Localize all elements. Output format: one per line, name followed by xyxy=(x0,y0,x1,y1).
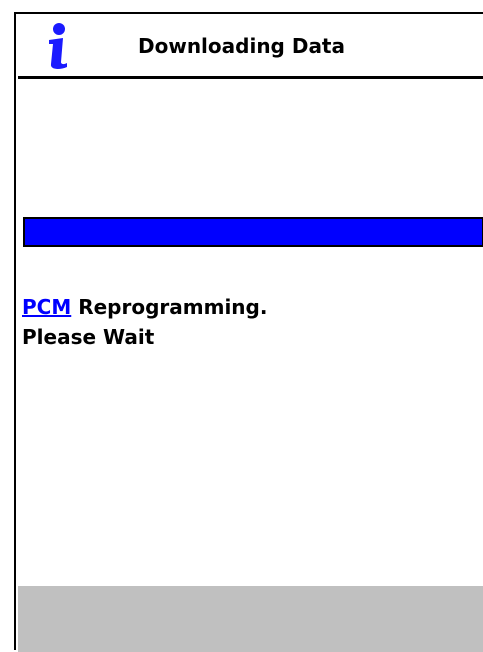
header-divider xyxy=(18,76,483,79)
status-line-1: PCM Reprogramming. xyxy=(22,292,267,322)
progress-bar xyxy=(23,217,483,247)
status-message: PCM Reprogramming. Please Wait xyxy=(22,292,267,352)
status-line-1-text: Reprogramming. xyxy=(71,295,268,319)
footer-bar xyxy=(18,586,483,652)
status-line-2: Please Wait xyxy=(22,325,155,349)
pcm-link[interactable]: PCM xyxy=(22,295,71,319)
header: Downloading Data xyxy=(18,14,483,78)
screen-frame: Downloading Data PCM Reprogramming. Plea… xyxy=(14,12,483,652)
info-icon xyxy=(49,23,67,69)
page-title: Downloading Data xyxy=(138,34,345,58)
progress-fill xyxy=(25,219,483,245)
